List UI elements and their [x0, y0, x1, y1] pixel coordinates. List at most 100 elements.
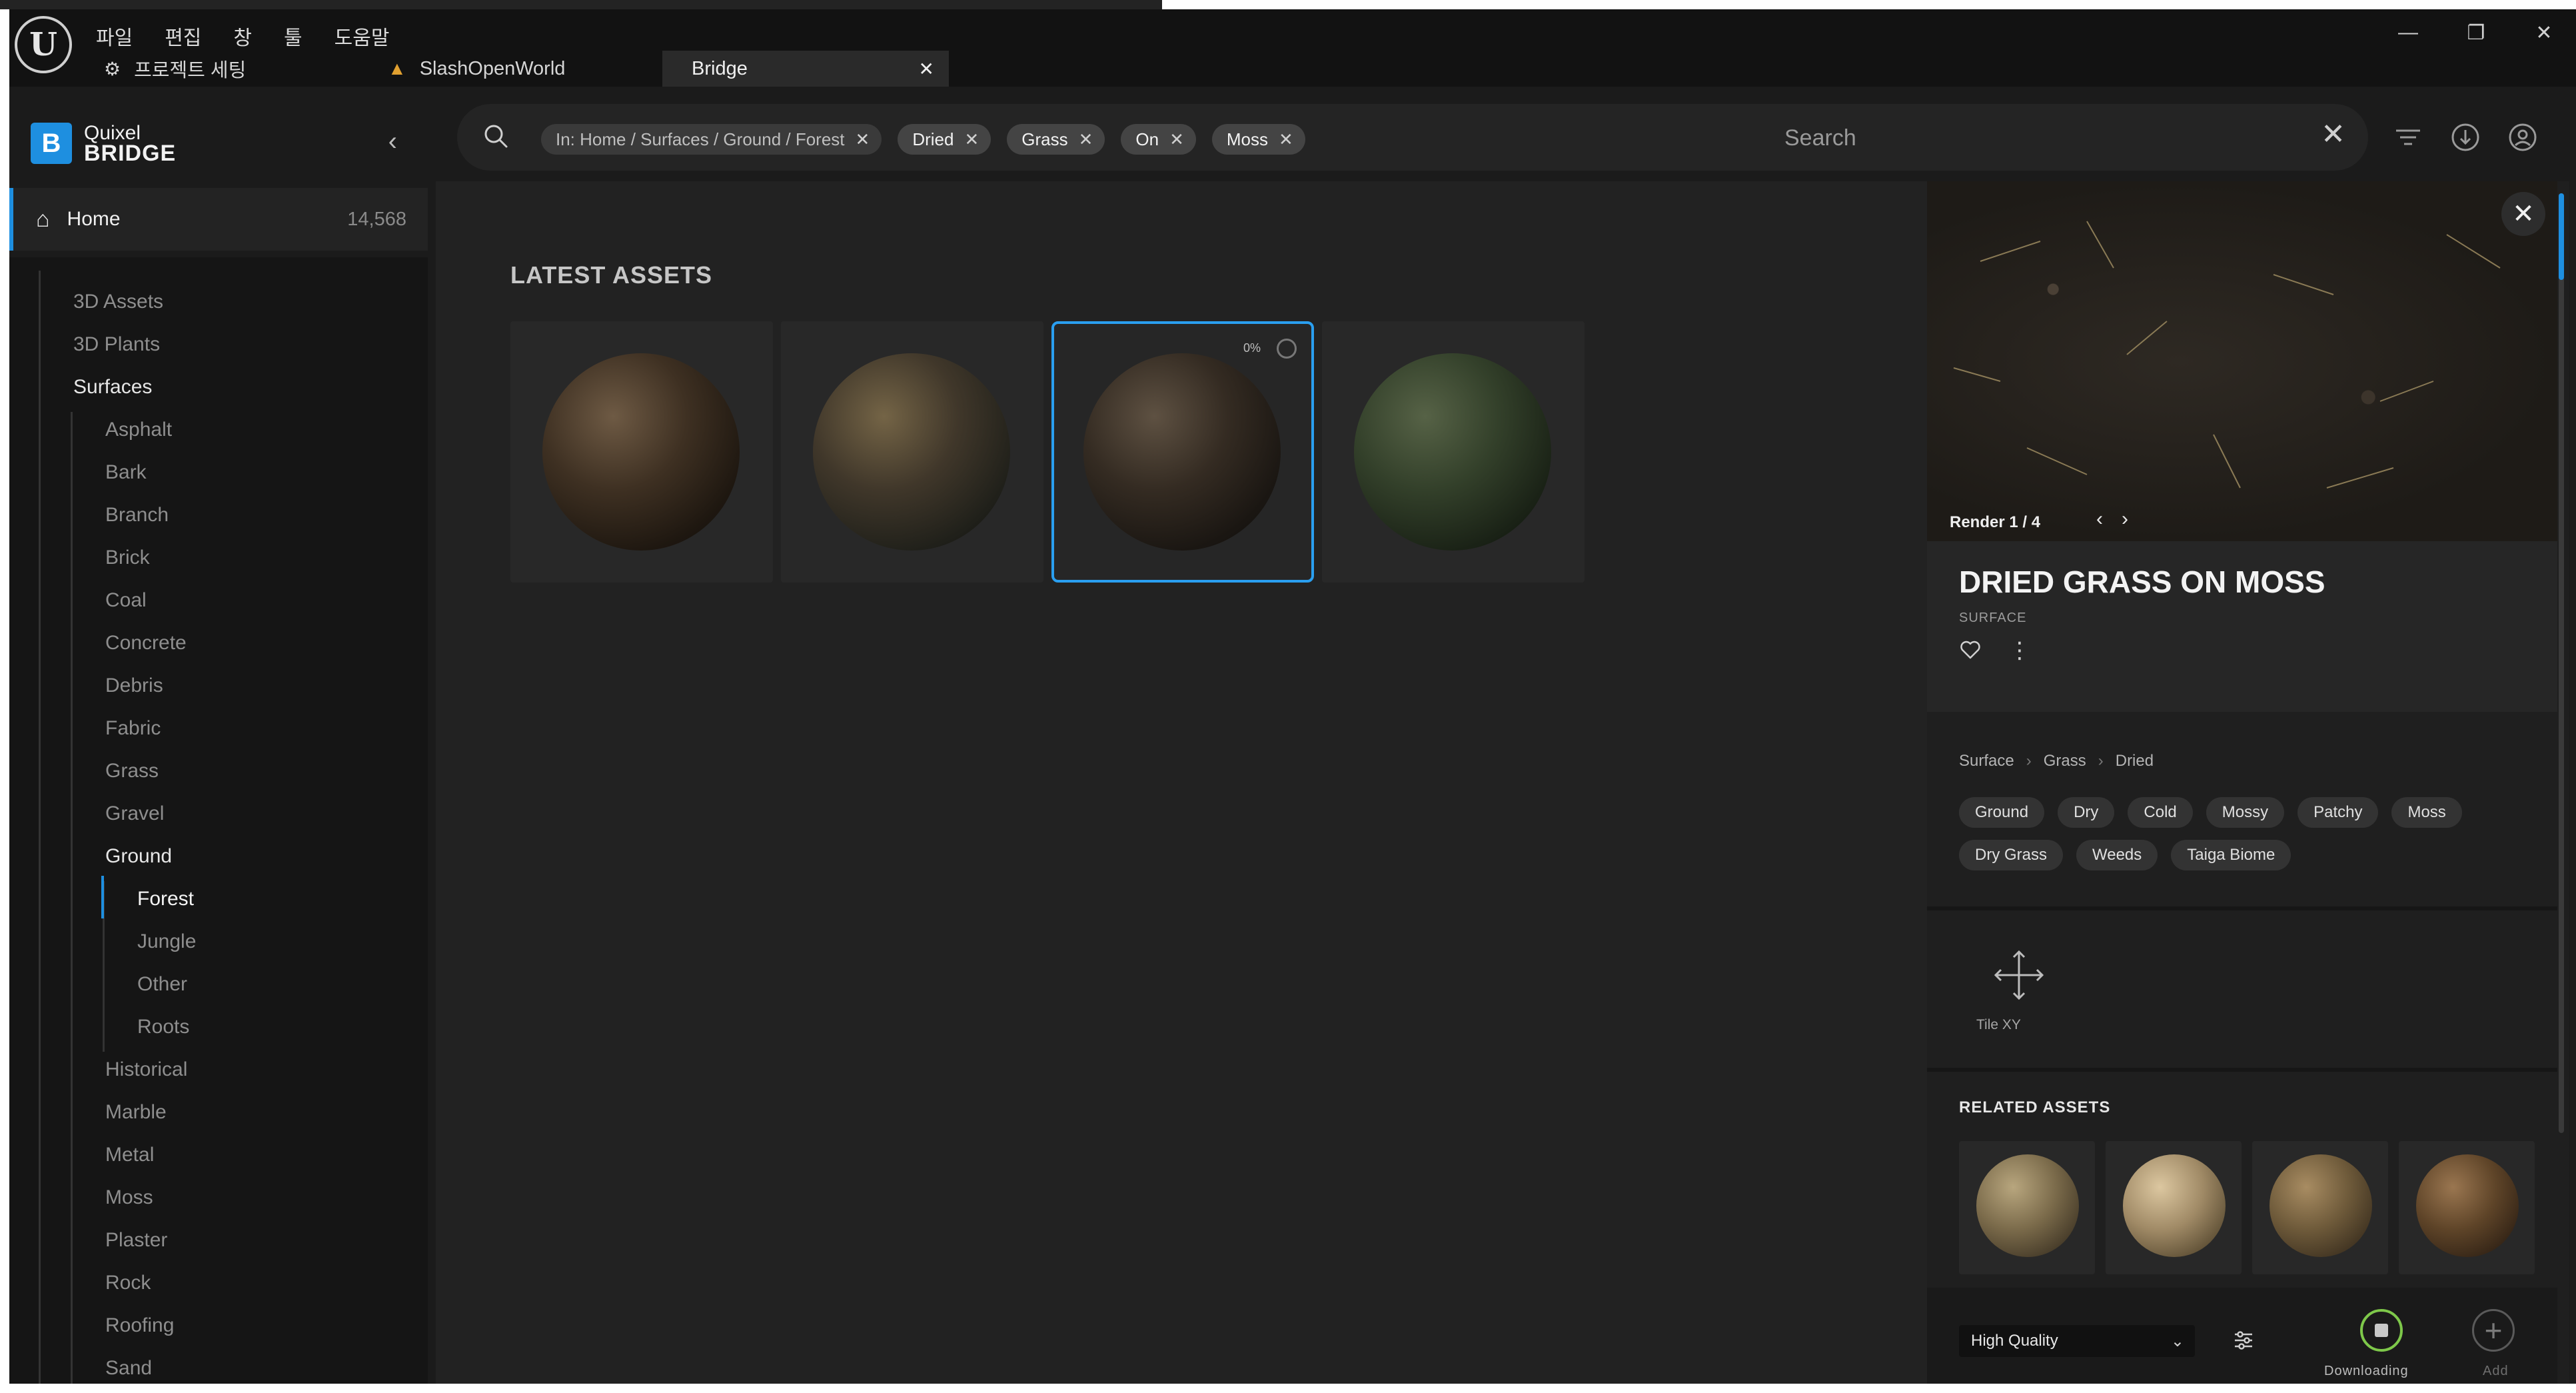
sidebar-item-surface[interactable]: Ground — [105, 845, 172, 868]
term-chip-grass[interactable]: Grass ✕ — [1007, 124, 1105, 155]
related-asset-card[interactable] — [2252, 1141, 2388, 1274]
path-filter-chip[interactable]: In: Home / Surfaces / Ground / Forest ✕ — [541, 124, 882, 155]
tag-chip[interactable]: Dry — [2058, 797, 2115, 828]
sidebar-item-surface[interactable]: Roofing — [105, 1314, 174, 1337]
home-icon: ⌂ — [36, 206, 50, 232]
asset-type: SURFACE — [1959, 611, 2027, 625]
sidebar-item-surface[interactable]: Historical — [105, 1058, 187, 1081]
sidebar-item-forest-selected[interactable]: Forest — [137, 888, 194, 910]
menu-edit[interactable]: 편집 — [165, 21, 201, 51]
asset-info: DRIED GRASS ON MOSS SURFACE ⋮ — [1927, 541, 2557, 712]
tab-label: Bridge — [692, 57, 748, 79]
sidebar-item-surface[interactable]: Plaster — [105, 1229, 167, 1252]
tag-chip[interactable]: Weeds — [2076, 840, 2158, 870]
related-thumbnail — [2416, 1154, 2519, 1257]
menu-window[interactable]: 창 — [233, 21, 252, 51]
menu-file[interactable]: 파일 — [96, 21, 133, 51]
tag-chip[interactable]: Patchy — [2297, 797, 2379, 828]
tab-label: SlashOpenWorld — [419, 57, 566, 79]
sidebar-item-surface[interactable]: Metal — [105, 1144, 154, 1166]
sidebar-item-surface[interactable]: Concrete — [105, 632, 187, 655]
render-nav-arrows[interactable]: ‹› — [2096, 508, 2147, 531]
more-options-icon[interactable]: ⋮ — [2008, 637, 2031, 664]
chip-label: Dried — [912, 129, 954, 149]
sidebar-item-ground-sub[interactable]: Other — [137, 973, 187, 996]
menu-tools[interactable]: 툴 — [284, 21, 303, 51]
asset-card-selected[interactable]: 0% — [1051, 321, 1314, 583]
quality-select[interactable]: High Quality ⌄ — [1959, 1325, 2195, 1357]
selected-indicator — [101, 876, 104, 918]
related-asset-card[interactable] — [1959, 1141, 2095, 1274]
remove-chip-icon[interactable]: ✕ — [856, 129, 870, 150]
sidebar-item-surface[interactable]: Rock — [105, 1272, 151, 1294]
sidebar-item-surface[interactable]: Asphalt — [105, 419, 172, 441]
sidebar-item-surface[interactable]: Grass — [105, 760, 159, 782]
breadcrumb-item[interactable]: Grass — [2044, 752, 2086, 770]
search-input[interactable] — [1783, 121, 2332, 155]
sidebar-item-category[interactable]: 3D Plants — [73, 333, 160, 356]
sidebar-item-surface[interactable]: Branch — [105, 504, 169, 527]
sidebar-item-surface[interactable]: Fabric — [105, 717, 161, 740]
tab-bridge[interactable]: Bridge ✕ — [662, 51, 949, 87]
tile-xy-label: Tile XY — [1976, 1017, 2021, 1032]
sidebar-item-surface[interactable]: Moss — [105, 1186, 153, 1209]
account-icon[interactable] — [2507, 121, 2539, 153]
asset-card[interactable] — [510, 321, 773, 583]
add-button[interactable]: + — [2472, 1309, 2515, 1352]
menu-help[interactable]: 도움말 — [334, 21, 390, 51]
sidebar-item-category[interactable]: Surfaces — [73, 376, 152, 399]
tag-chip[interactable]: Dry Grass — [1959, 840, 2063, 870]
collapse-sidebar-icon[interactable]: ‹ — [388, 127, 397, 157]
asset-card[interactable] — [1322, 321, 1585, 583]
sidebar-item-surface[interactable]: Coal — [105, 589, 147, 612]
remove-chip-icon[interactable]: ✕ — [964, 129, 979, 150]
unreal-logo-icon[interactable]: U — [15, 16, 72, 73]
remove-chip-icon[interactable]: ✕ — [1169, 129, 1184, 150]
panel-scrollbar-thumb[interactable] — [2559, 193, 2564, 280]
sidebar-item-surface[interactable]: Sand — [105, 1357, 152, 1380]
restore-icon[interactable]: ❐ — [2463, 21, 2489, 45]
related-thumbnail — [1976, 1154, 2079, 1257]
filter-icon[interactable] — [2392, 121, 2424, 153]
favorite-icon[interactable] — [1959, 639, 1982, 661]
related-asset-card[interactable] — [2106, 1141, 2242, 1274]
tab-slash-open-world[interactable]: ▲ SlashOpenWorld — [388, 51, 565, 87]
close-window-icon[interactable]: ✕ — [2531, 21, 2557, 45]
sidebar-item-ground-sub[interactable]: Roots — [137, 1016, 189, 1038]
download-settings-icon[interactable] — [2232, 1329, 2255, 1352]
breadcrumb-item[interactable]: Dried — [2116, 752, 2154, 770]
os-top-strip — [0, 0, 1162, 9]
clear-search-icon[interactable]: ✕ — [2321, 117, 2345, 151]
panel-scrollbar[interactable] — [2559, 193, 2564, 1133]
close-tab-icon[interactable]: ✕ — [919, 58, 934, 80]
tab-project-settings[interactable]: ⚙ 프로젝트 세팅 — [104, 51, 246, 87]
downloads-icon[interactable] — [2449, 121, 2481, 153]
remove-chip-icon[interactable]: ✕ — [1079, 129, 1093, 150]
related-assets-title: RELATED ASSETS — [1959, 1098, 2111, 1116]
close-detail-icon[interactable]: ✕ — [2501, 192, 2545, 236]
minimize-icon[interactable]: — — [2395, 21, 2421, 45]
sidebar-item-surface[interactable]: Marble — [105, 1101, 167, 1124]
sidebar-item-surface[interactable]: Debris — [105, 675, 163, 697]
section-title: LATEST ASSETS — [510, 261, 713, 289]
sidebar-item-category[interactable]: 3D Assets — [73, 291, 163, 313]
breadcrumb-item[interactable]: Surface — [1959, 752, 2014, 770]
sidebar-item-surface[interactable]: Brick — [105, 547, 150, 569]
sidebar-item-home[interactable]: ⌂ Home 14,568 — [9, 188, 428, 251]
tag-chip[interactable]: Moss — [2391, 797, 2462, 828]
tag-chip[interactable]: Cold — [2128, 797, 2193, 828]
term-chip-moss[interactable]: Moss ✕ — [1211, 124, 1305, 155]
term-chip-on[interactable]: On ✕ — [1121, 124, 1196, 155]
sidebar-item-surface[interactable]: Gravel — [105, 802, 164, 825]
sidebar-item-ground-sub[interactable]: Jungle — [137, 930, 196, 953]
sidebar-item-surface[interactable]: Bark — [105, 461, 147, 484]
asset-card[interactable] — [781, 321, 1043, 583]
related-asset-card[interactable] — [2399, 1141, 2535, 1274]
term-chip-dried[interactable]: Dried ✕ — [898, 124, 991, 155]
remove-chip-icon[interactable]: ✕ — [1279, 129, 1293, 150]
asset-tags: Ground Dry Cold Mossy Patchy Moss Dry Gr… — [1959, 797, 2532, 870]
stop-download-button[interactable] — [2360, 1309, 2403, 1352]
tag-chip[interactable]: Mossy — [2206, 797, 2285, 828]
tag-chip[interactable]: Ground — [1959, 797, 2045, 828]
tag-chip[interactable]: Taiga Biome — [2171, 840, 2291, 870]
